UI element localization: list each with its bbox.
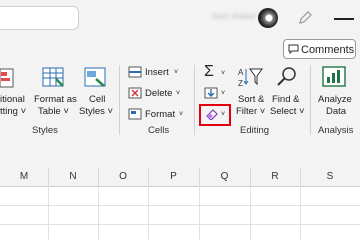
- chevron-down-icon[interactable]: ˅: [221, 90, 225, 97]
- delete-icon[interactable]: [128, 87, 142, 99]
- chevron-down-icon[interactable]: ˅: [221, 70, 225, 77]
- separator: [194, 65, 195, 135]
- cell-styles-label-2[interactable]: Styles ˅: [79, 106, 113, 117]
- insert-label[interactable]: Insert: [145, 67, 169, 78]
- format-label[interactable]: Format: [145, 109, 175, 120]
- format-as-table-label-2[interactable]: Table ˅: [38, 106, 69, 117]
- cell-styles-icon[interactable]: [84, 67, 108, 89]
- styles-group-label: Styles: [32, 125, 58, 136]
- column-header-m[interactable]: M: [0, 168, 49, 186]
- grid-line: [48, 186, 49, 240]
- chevron-down-icon[interactable]: ˅: [179, 111, 183, 118]
- avatar[interactable]: [258, 8, 278, 28]
- find-select-icon[interactable]: [276, 66, 298, 88]
- cells-group-label: Cells: [148, 125, 170, 136]
- format-as-table-icon[interactable]: [42, 67, 66, 89]
- insert-icon[interactable]: [128, 66, 142, 78]
- chevron-down-icon[interactable]: ˅: [174, 69, 178, 76]
- minimize-icon[interactable]: [334, 18, 354, 20]
- separator: [119, 65, 120, 135]
- pen-icon[interactable]: [296, 9, 314, 27]
- find-select-label-1[interactable]: Find &: [272, 94, 299, 105]
- conditional-formatting-label-1[interactable]: itional: [0, 94, 25, 105]
- separator: [310, 65, 311, 135]
- comments-button[interactable]: Comments: [283, 39, 356, 59]
- chevron-down-icon[interactable]: ˅: [176, 90, 180, 97]
- title-bar: Nem Shakel: [0, 0, 360, 34]
- column-header-q[interactable]: Q: [199, 168, 251, 186]
- grid-line: [98, 186, 99, 240]
- format-icon[interactable]: [128, 108, 142, 120]
- comment-icon: [288, 44, 299, 55]
- comments-label: Comments: [301, 44, 355, 56]
- conditional-formatting-label-2[interactable]: tting ˅: [0, 106, 26, 117]
- clear-button-highlight: [199, 104, 231, 126]
- column-header-s[interactable]: S: [300, 168, 360, 186]
- svg-text:Z: Z: [238, 79, 243, 88]
- column-header-o[interactable]: O: [98, 168, 149, 186]
- analyze-data-icon[interactable]: [322, 66, 348, 88]
- sort-filter-icon[interactable]: A Z: [238, 66, 264, 88]
- sort-filter-label-1[interactable]: Sort &: [238, 94, 264, 105]
- autosum-icon[interactable]: Σ: [204, 63, 214, 81]
- analyze-data-label-2[interactable]: Data: [326, 106, 346, 117]
- column-header-p[interactable]: P: [148, 168, 200, 186]
- grid-line: [0, 205, 360, 206]
- conditional-formatting-icon[interactable]: [0, 67, 14, 89]
- svg-text:A: A: [238, 68, 244, 77]
- analysis-group-label: Analysis: [318, 125, 354, 136]
- user-name: Nem Shakel: [212, 12, 256, 21]
- column-header-r[interactable]: R: [250, 168, 301, 186]
- column-header-n[interactable]: N: [48, 168, 99, 186]
- find-select-label-2[interactable]: Select ˅: [270, 106, 305, 117]
- delete-label[interactable]: Delete: [145, 88, 172, 99]
- analyze-data-label-1[interactable]: Analyze: [318, 94, 352, 105]
- name-box[interactable]: [0, 6, 79, 30]
- grid-line: [0, 224, 360, 225]
- fill-icon[interactable]: [204, 87, 218, 99]
- cell-styles-label-1[interactable]: Cell: [89, 94, 105, 105]
- sort-filter-label-2[interactable]: Filter ˅: [236, 106, 265, 117]
- grid-line: [199, 186, 200, 240]
- grid-line: [148, 186, 149, 240]
- grid-line: [300, 186, 301, 240]
- grid-line: [250, 186, 251, 240]
- format-as-table-label-1[interactable]: Format as: [34, 94, 77, 105]
- column-headers: M N O P Q R S: [0, 168, 360, 187]
- editing-group-label: Editing: [240, 125, 270, 136]
